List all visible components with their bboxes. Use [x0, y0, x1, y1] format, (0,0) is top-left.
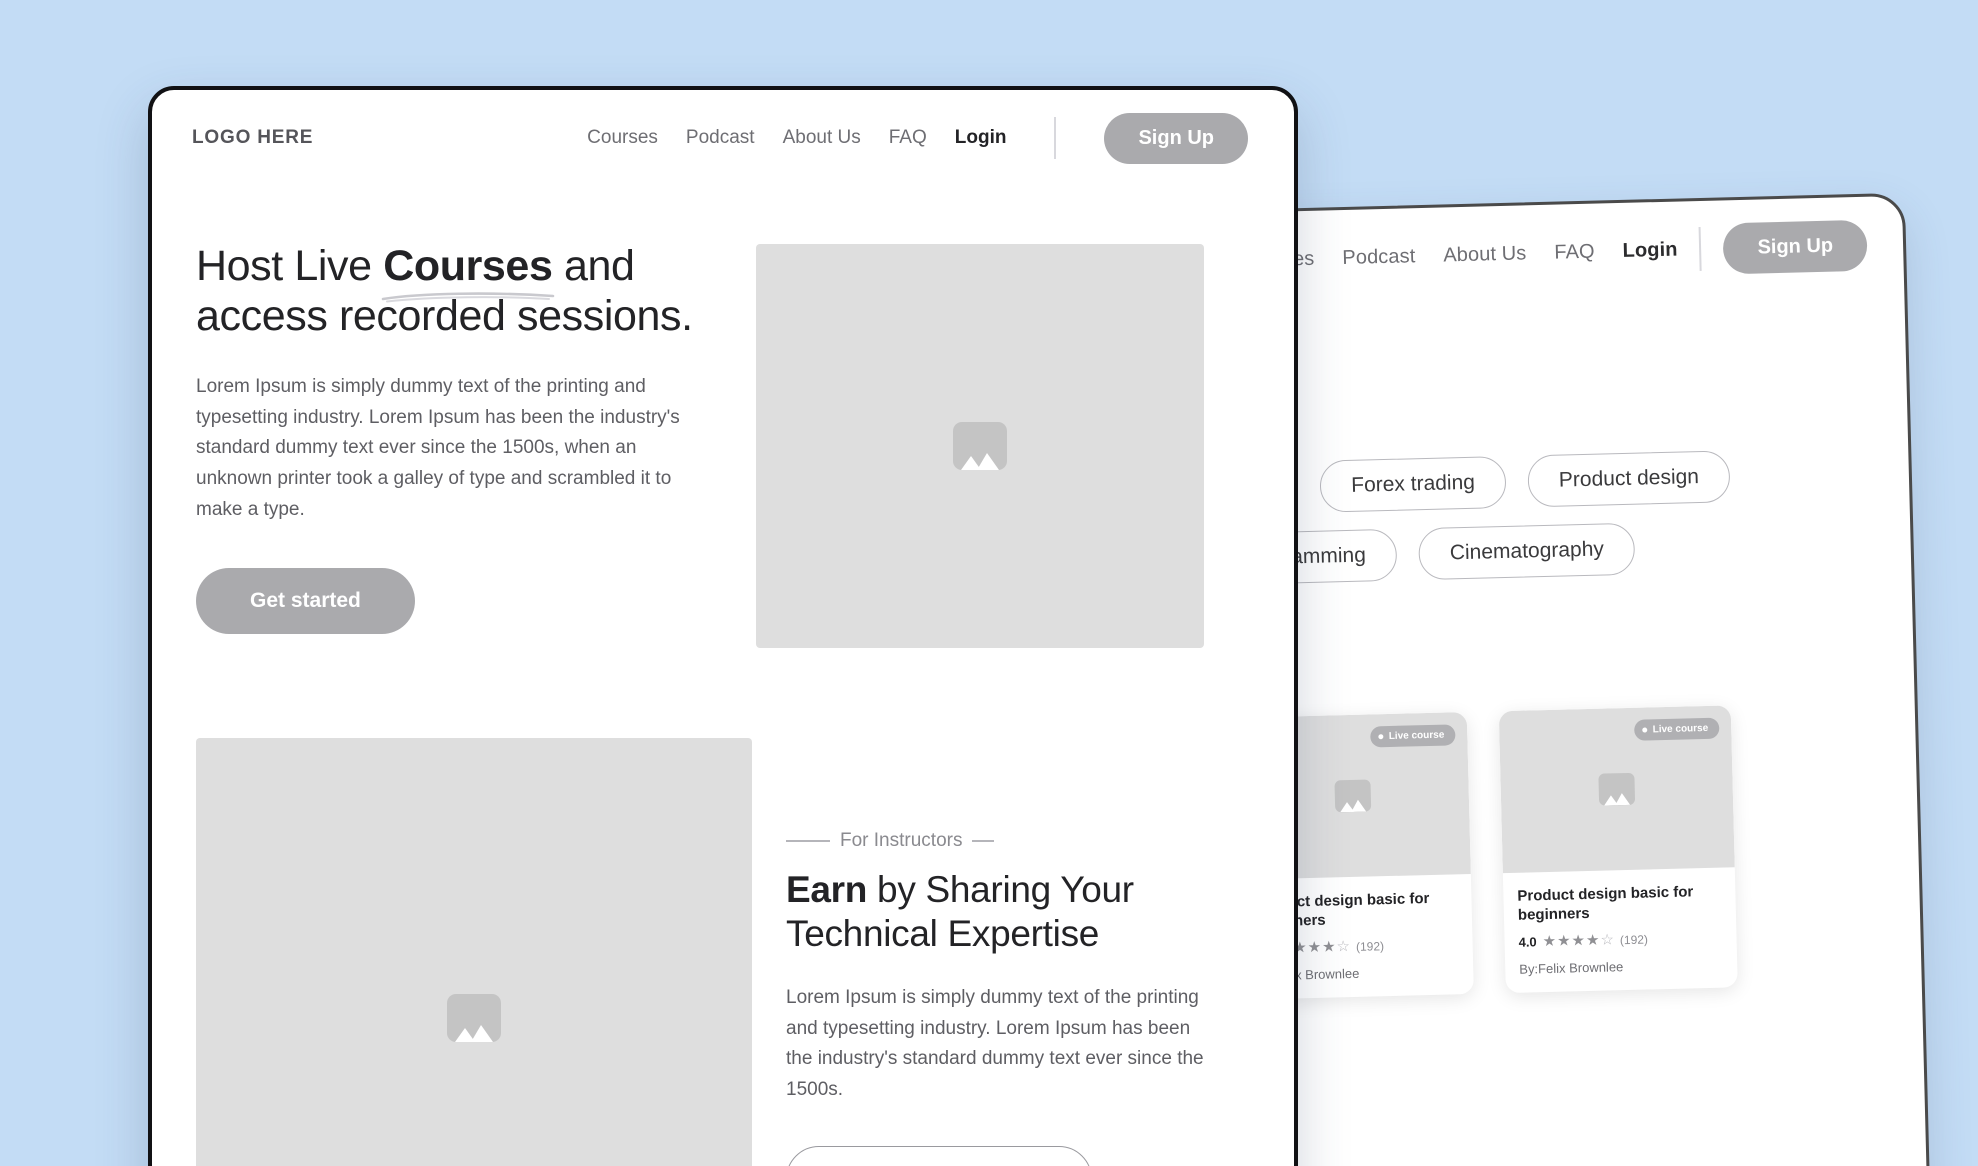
review-count: (192)	[1619, 932, 1649, 948]
instructors-eyebrow-label: For Instructors	[840, 830, 963, 851]
course-author: By:Felix Brownlee	[1519, 959, 1624, 978]
secondary-nav-item-about-us[interactable]: About Us	[1443, 242, 1527, 267]
primary-page-card: LOGO HERE Courses Podcast About Us FAQ L…	[148, 86, 1298, 1166]
instructors-title-bold: Earn	[786, 869, 868, 910]
live-course-badge: Live course	[1370, 724, 1456, 748]
image-placeholder-icon	[1334, 779, 1372, 813]
hero-image-column	[756, 238, 1250, 648]
nav-divider	[1054, 117, 1057, 159]
primary-navbar: LOGO HERE Courses Podcast About Us FAQ L…	[152, 90, 1294, 186]
eyebrow-rule-right	[972, 840, 995, 842]
image-placeholder-icon	[447, 994, 501, 1042]
course-card[interactable]: Live course Product design basic for beg…	[1498, 705, 1738, 994]
star-filled-icon: ★	[1571, 932, 1586, 950]
nav-item-faq[interactable]: FAQ	[889, 127, 927, 149]
star-filled-icon: ★	[1321, 938, 1336, 957]
nav-item-login[interactable]: Login	[955, 127, 1007, 149]
instructors-text-column: For Instructors Earn by Sharing Your Tec…	[786, 738, 1250, 1166]
logo: LOGO HERE	[192, 127, 314, 148]
course-thumbnail: Live course	[1498, 705, 1735, 874]
star-empty-icon: ☆	[1336, 938, 1351, 956]
secondary-signup-button[interactable]: Sign Up	[1722, 219, 1868, 274]
hero-title-part1: Host Live	[196, 242, 384, 290]
hero-title-highlight-wrapper: Courses	[381, 242, 555, 303]
image-placeholder-icon	[1598, 772, 1636, 806]
course-rating: 4.0 ★ ★ ★ ★ ☆ (192)	[1518, 930, 1722, 951]
live-course-badge-label: Live course	[1388, 729, 1445, 742]
secondary-nav-divider	[1699, 226, 1703, 271]
hero-section: Host Live Courses and access recorded se…	[152, 186, 1294, 648]
star-filled-icon: ★	[1585, 932, 1600, 950]
instructors-eyebrow: For Instructors	[786, 830, 1250, 852]
hand-drawn-underline-icon	[381, 292, 555, 303]
star-filled-icon: ★	[1542, 933, 1557, 951]
hero-image-placeholder	[756, 244, 1204, 648]
instructors-image-placeholder	[196, 738, 752, 1166]
category-pill-cinematography[interactable]: Cinematography	[1418, 522, 1636, 581]
instructors-title: Earn by Sharing Your Technical Expertise	[786, 868, 1250, 957]
rating-value: 4.0	[1518, 934, 1537, 951]
mockup-stage: Courses Podcast About Us FAQ Login Sign …	[0, 0, 1978, 1166]
instructors-section: For Instructors Earn by Sharing Your Tec…	[152, 648, 1294, 1166]
signup-button[interactable]: Sign Up	[1104, 112, 1248, 164]
star-filled-icon: ★	[1556, 932, 1571, 951]
image-placeholder-icon	[953, 422, 1007, 470]
secondary-nav-links: Courses Podcast About Us FAQ Login	[1239, 238, 1678, 272]
secondary-nav-item-podcast[interactable]: Podcast	[1342, 245, 1416, 270]
primary-nav-links: Courses Podcast About Us FAQ Login Sign …	[587, 112, 1248, 164]
review-count: (192)	[1355, 939, 1385, 954]
category-pill-forex-trading[interactable]: Forex trading	[1319, 455, 1507, 513]
nav-item-courses[interactable]: Courses	[587, 127, 658, 149]
nav-item-podcast[interactable]: Podcast	[686, 127, 755, 149]
eyebrow-rule-left	[786, 840, 830, 842]
star-filled-icon: ★	[1307, 939, 1322, 957]
course-title: Product design basic for beginners	[1517, 883, 1694, 924]
star-rating-icons: ★ ★ ★ ★ ☆	[1542, 931, 1615, 951]
live-course-badge-label: Live course	[1652, 722, 1709, 736]
live-course-badge: Live course	[1634, 717, 1720, 741]
hero-text-column: Host Live Courses and access recorded se…	[196, 238, 716, 648]
get-started-button[interactable]: Get started	[196, 567, 415, 634]
category-pill-product-design[interactable]: Product design	[1527, 450, 1731, 508]
nav-item-about-us[interactable]: About Us	[783, 127, 861, 149]
instructors-description: Lorem Ipsum is simply dummy text of the …	[786, 986, 1204, 1101]
live-dot-icon	[1642, 727, 1648, 733]
become-instructor-button[interactable]: Become an Instructor	[786, 1145, 1092, 1166]
live-dot-icon	[1378, 734, 1384, 740]
hero-description: Lorem Ipsum is simply dummy text of the …	[196, 375, 680, 520]
secondary-nav-item-faq[interactable]: FAQ	[1554, 240, 1595, 264]
star-empty-icon: ☆	[1600, 931, 1615, 950]
hero-title-highlight: Courses	[383, 242, 553, 290]
secondary-nav-item-login[interactable]: Login	[1622, 238, 1678, 262]
course-card-body: Product design basic for beginners 4.0 ★…	[1503, 867, 1738, 993]
hero-title: Host Live Courses and access recorded se…	[196, 242, 716, 342]
